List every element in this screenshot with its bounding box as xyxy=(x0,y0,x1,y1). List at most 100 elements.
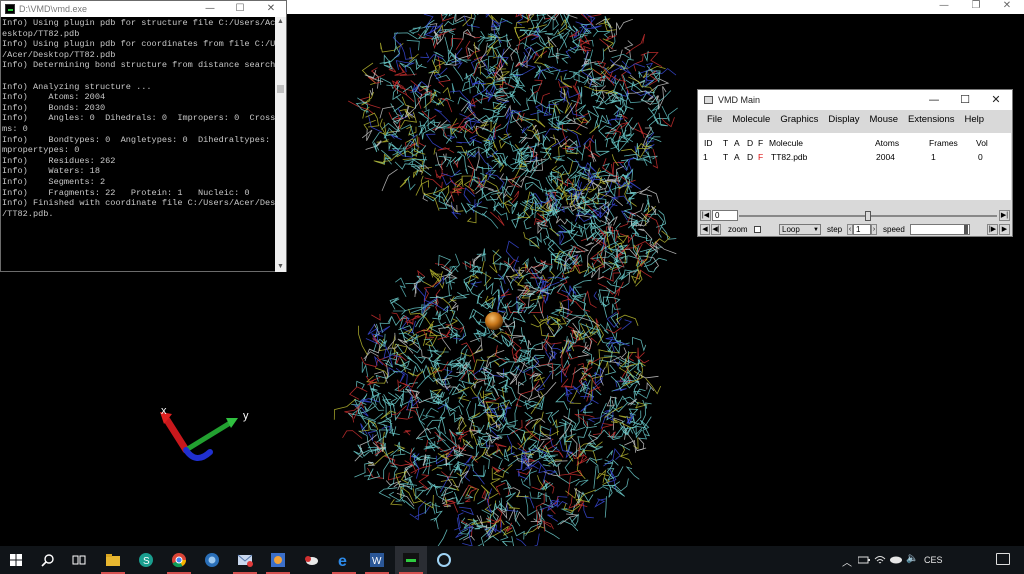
col-header-id: ID xyxy=(704,138,713,148)
scroll-down-icon[interactable]: ▼ xyxy=(275,262,286,272)
taskbar-cortana[interactable] xyxy=(428,546,460,574)
app-icon xyxy=(205,553,219,567)
maximize-icon[interactable]: ☐ xyxy=(233,2,247,16)
console-titlebar[interactable]: D:\VMD\vmd.exe — ☐ ✕ xyxy=(1,1,286,17)
console-title: D:\VMD\vmd.exe xyxy=(19,4,88,14)
row-active-toggle[interactable]: A xyxy=(734,152,740,162)
minimize-icon[interactable]: — xyxy=(203,2,217,16)
maximize-icon[interactable]: ☐ xyxy=(957,93,973,107)
vmd-main-window[interactable]: VMD Main — ☐ ✕ File Molecule Graphics Di… xyxy=(697,89,1013,237)
menu-graphics[interactable]: Graphics xyxy=(775,110,823,130)
file-explorer-icon xyxy=(106,554,120,566)
row-drawn-toggle[interactable]: D xyxy=(747,152,753,162)
taskbar-weather[interactable] xyxy=(295,546,327,574)
chevron-down-icon: ▼ xyxy=(813,227,819,233)
molecule-list[interactable]: ID T A D F Molecule Atoms Frames Vol 1 T… xyxy=(699,133,1011,200)
wifi-icon[interactable] xyxy=(874,554,886,566)
vmd-icon xyxy=(403,553,419,567)
col-header-atoms: Atoms xyxy=(875,138,900,148)
step-entry[interactable]: 1 xyxy=(853,224,871,235)
row-top-toggle[interactable]: T xyxy=(723,152,728,162)
taskbar-word[interactable]: W xyxy=(361,546,393,574)
console-window[interactable]: D:\VMD\vmd.exe — ☐ ✕ Info) Using plugin … xyxy=(0,0,287,272)
vmd-window-icon xyxy=(704,96,713,104)
row-fixed-toggle[interactable]: F xyxy=(758,152,763,162)
row-molecule-name[interactable]: TT82.pdb xyxy=(771,152,807,162)
menu-display[interactable]: Display xyxy=(823,110,864,130)
play-forward-icon[interactable]: ▶ xyxy=(999,224,1010,235)
animation-slider-row: |◀ 0 ▶| xyxy=(699,209,1011,223)
input-language[interactable]: CES xyxy=(924,555,943,565)
close-icon[interactable]: ✕ xyxy=(997,0,1017,14)
menu-file[interactable]: File xyxy=(702,110,727,130)
vmd-main-titlebar[interactable]: VMD Main — ☐ ✕ xyxy=(698,90,1012,110)
axis-x-label: x xyxy=(161,405,167,417)
play-reverse-icon[interactable]: ◀ xyxy=(700,224,710,235)
menu-mouse[interactable]: Mouse xyxy=(865,110,904,130)
close-icon[interactable]: ✕ xyxy=(264,2,278,16)
search-button[interactable] xyxy=(31,546,63,574)
goto-start-icon[interactable]: |◀ xyxy=(700,210,711,221)
windows-taskbar: S e W ︿ 🔈 CES xyxy=(0,546,1024,574)
col-header-molecule: Molecule xyxy=(769,138,804,148)
taskbar-paint[interactable] xyxy=(262,546,294,574)
taskbar-chrome[interactable] xyxy=(163,546,195,574)
cortana-icon xyxy=(437,553,451,567)
col-header-top: T xyxy=(723,138,729,148)
goto-end-icon[interactable]: ▶| xyxy=(999,210,1010,221)
console-line: Info) Bondtypes: 0 Angletypes: 0 Dihedra… xyxy=(2,134,275,145)
taskbar-mail[interactable] xyxy=(229,546,261,574)
close-icon[interactable]: ✕ xyxy=(988,93,1004,107)
taskbar-file-explorer[interactable] xyxy=(97,546,129,574)
taskbar-app[interactable] xyxy=(196,546,228,574)
minimize-icon[interactable]: — xyxy=(926,93,942,107)
console-line: Info) Segments: 2 xyxy=(2,176,106,187)
console-line: Info) Analyzing structure ... xyxy=(2,81,152,92)
step-increase-icon[interactable]: › xyxy=(871,224,877,235)
restore-icon[interactable]: ❐ xyxy=(966,0,986,14)
col-header-frames: Frames xyxy=(929,138,958,148)
frame-entry[interactable]: 0 xyxy=(712,210,738,221)
menu-help[interactable]: Help xyxy=(960,110,990,130)
console-line: Info) Waters: 18 xyxy=(2,166,100,177)
loop-select-value: Loop xyxy=(782,225,800,234)
scroll-up-icon[interactable]: ▲ xyxy=(275,17,286,27)
notifications-icon[interactable] xyxy=(996,553,1010,565)
start-button[interactable] xyxy=(0,546,32,574)
show-hidden-icons-icon[interactable]: ︿ xyxy=(842,554,852,569)
word-icon: W xyxy=(370,553,384,567)
speed-slider-handle[interactable] xyxy=(964,225,968,234)
taskbar-edge[interactable]: e xyxy=(328,546,360,574)
console-scrollbar[interactable]: ▲ ▼ xyxy=(275,17,286,272)
console-line: Info) Fragments: 22 Protein: 1 Nucleic: … xyxy=(2,187,250,198)
task-view-icon xyxy=(72,555,86,565)
svg-text:e: e xyxy=(338,553,347,568)
speed-slider[interactable] xyxy=(910,224,970,235)
frame-slider-handle[interactable] xyxy=(865,211,871,221)
col-header-vol: Vol xyxy=(976,138,988,148)
taskbar-vmd[interactable] xyxy=(395,546,427,574)
col-header-drawn: D xyxy=(747,138,754,148)
zoom-checkbox[interactable] xyxy=(754,226,761,233)
scroll-thumb[interactable] xyxy=(277,85,284,93)
axes-indicator xyxy=(160,412,238,461)
edge-icon: e xyxy=(338,553,347,568)
console-line: /TT82.pdb. xyxy=(2,208,54,219)
task-view-button[interactable] xyxy=(63,546,95,574)
row-frames: 1 xyxy=(931,152,936,162)
step-forward-icon[interactable]: |▶ xyxy=(987,224,998,235)
speed-label: speed xyxy=(883,225,905,234)
volume-icon[interactable]: 🔈 xyxy=(906,553,918,564)
battery-icon[interactable] xyxy=(858,555,870,565)
onedrive-icon[interactable] xyxy=(889,555,902,564)
step-back-icon[interactable]: ◀| xyxy=(711,224,721,235)
console-output[interactable]: Info) Using plugin pdb for structure fil… xyxy=(2,18,275,271)
minimize-icon[interactable]: — xyxy=(934,0,954,14)
menu-extensions[interactable]: Extensions xyxy=(903,110,959,130)
console-line: Info) Using plugin pdb for coordinates f… xyxy=(2,39,275,50)
console-app-icon xyxy=(5,4,15,14)
taskbar-skype[interactable]: S xyxy=(130,546,162,574)
menu-molecule[interactable]: Molecule xyxy=(727,110,775,130)
loop-select[interactable]: Loop ▼ xyxy=(779,224,821,235)
console-line: Info) Finished with coordinate file C:/U… xyxy=(2,198,275,209)
